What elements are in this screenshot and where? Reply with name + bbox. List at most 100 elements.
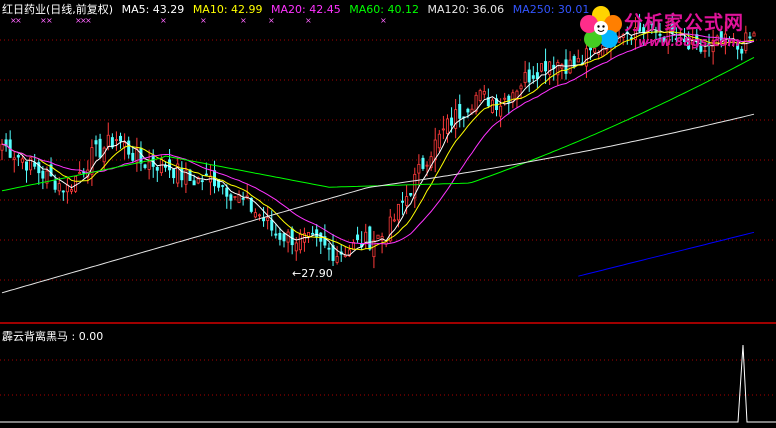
down-candle — [458, 104, 462, 119]
down-candle — [163, 165, 167, 168]
down-candle — [25, 161, 29, 171]
low-price-annotation: ←27.90 — [292, 267, 333, 280]
stock-label: 红日药业(日线,前复权) — [2, 3, 114, 16]
up-candle — [29, 157, 33, 171]
down-candle — [290, 228, 294, 246]
ma120-line — [1, 113, 755, 294]
down-candle — [401, 200, 405, 203]
down-candle — [229, 194, 233, 201]
up-candle — [560, 64, 564, 69]
up-candle — [123, 142, 127, 148]
up-candle — [478, 90, 482, 101]
ma20-line — [1, 33, 754, 245]
up-candle — [392, 219, 396, 222]
up-candle — [78, 172, 82, 174]
up-candle — [445, 118, 449, 134]
up-candle — [147, 161, 151, 170]
down-candle — [450, 117, 454, 126]
down-candle — [311, 232, 315, 235]
ma5-line — [1, 28, 755, 256]
ma5-label: MA5: 43.29 — [121, 3, 185, 16]
up-candle — [257, 214, 261, 217]
up-candle — [503, 97, 507, 100]
up-candle — [114, 139, 118, 141]
chart-header: 红日药业(日线,前复权) MA5: 43.29 MA10: 42.99 MA20… — [2, 2, 594, 18]
up-candle — [57, 183, 61, 192]
down-candle — [168, 159, 172, 171]
down-candle — [282, 233, 286, 242]
up-candle — [372, 240, 376, 258]
down-candle — [274, 233, 278, 236]
ma10-label: MA10: 42.99 — [192, 3, 263, 16]
down-candle — [192, 180, 196, 186]
down-candle — [16, 155, 20, 158]
up-candle — [548, 61, 552, 76]
logo-url: www.88gs.com — [638, 35, 740, 49]
indicator-header: 霹云背离黑马 : 0.00 — [2, 330, 104, 343]
up-candle — [437, 133, 441, 149]
up-candle — [286, 231, 290, 243]
up-candle — [539, 63, 543, 72]
up-candle — [441, 128, 445, 131]
down-candle — [225, 187, 229, 197]
ma120-label: MA120: 36.06 — [427, 3, 505, 16]
up-candle — [523, 72, 527, 83]
up-candle — [396, 203, 400, 221]
up-candle — [417, 163, 421, 174]
down-candle — [270, 219, 274, 231]
up-candle — [253, 212, 257, 218]
down-candle — [535, 72, 539, 79]
down-candle — [172, 168, 176, 179]
up-candle — [454, 109, 458, 129]
up-candle — [0, 143, 4, 151]
ma250-line — [578, 231, 755, 277]
up-candle — [69, 189, 73, 192]
down-candle — [119, 135, 123, 142]
up-candle — [106, 134, 110, 148]
up-candle — [12, 157, 16, 160]
up-candle — [405, 196, 409, 206]
up-candle — [482, 91, 486, 95]
up-candle — [499, 105, 503, 117]
up-candle — [335, 256, 339, 263]
down-candle — [241, 197, 245, 200]
down-candle — [421, 157, 425, 169]
down-candle — [131, 152, 135, 161]
down-candle — [527, 69, 531, 83]
down-candle — [200, 180, 204, 183]
ma60-label: MA60: 40.12 — [349, 3, 419, 16]
down-candle — [53, 180, 57, 190]
down-candle — [155, 166, 159, 171]
up-candle — [433, 139, 437, 160]
up-candle — [576, 58, 580, 63]
logo-brand: 分析家公式网 — [624, 12, 745, 34]
down-candle — [409, 193, 413, 196]
up-candle — [425, 164, 429, 167]
down-candle — [127, 140, 131, 155]
down-candle — [544, 61, 548, 72]
up-candle — [376, 234, 380, 239]
down-candle — [315, 229, 319, 238]
down-candle — [466, 108, 470, 113]
down-candle — [41, 170, 45, 179]
flower-logo-icon — [580, 6, 622, 48]
down-candle — [278, 232, 282, 240]
up-candle — [20, 158, 24, 163]
candlestick-chart: ←27.90×× × × ××× × × × × × × — [0, 13, 776, 423]
down-candle — [188, 169, 192, 181]
down-candle — [94, 140, 98, 145]
down-candle — [98, 138, 102, 158]
down-candle — [139, 147, 143, 164]
down-candle — [143, 164, 147, 168]
ma60-line — [1, 56, 755, 192]
up-candle — [490, 99, 494, 113]
down-candle — [368, 226, 372, 250]
site-logo: 分析家公式网 www.88gs.com — [576, 2, 772, 58]
up-candle — [159, 158, 163, 174]
down-candle — [61, 190, 65, 193]
down-candle — [204, 173, 208, 176]
indicator-line — [0, 344, 776, 423]
up-candle — [74, 176, 78, 192]
up-candle — [266, 217, 270, 221]
down-candle — [531, 75, 535, 79]
